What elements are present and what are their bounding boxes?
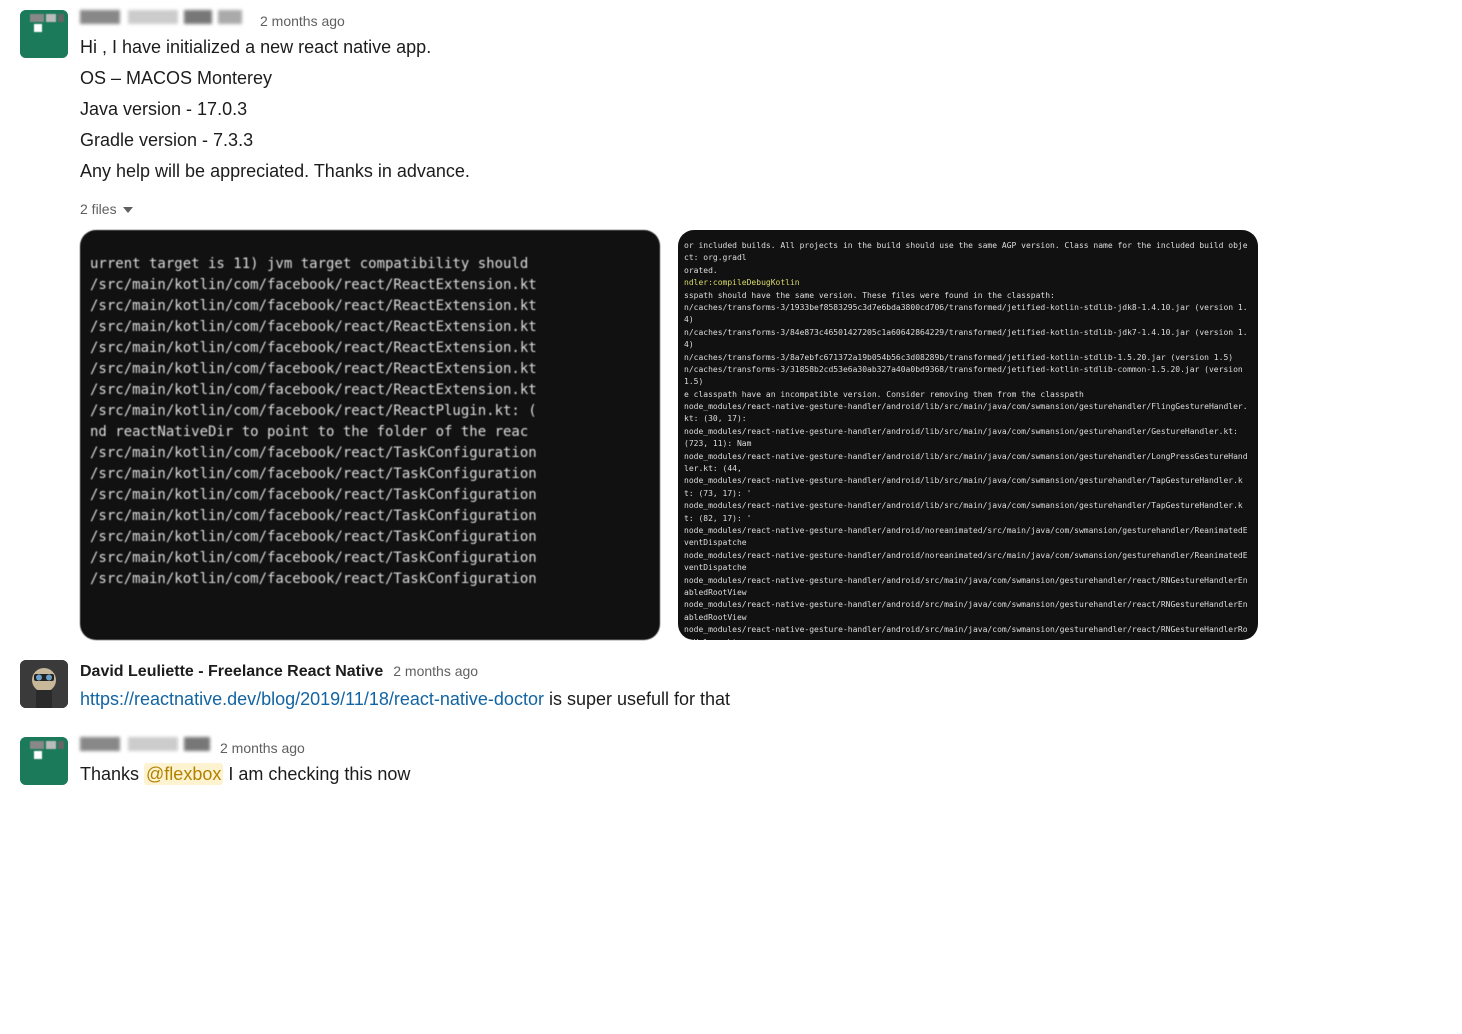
- message-header: 2 months ago: [80, 737, 1442, 759]
- attachments-row: urrent target is 11) jvm target compatib…: [80, 230, 1442, 640]
- message-timestamp[interactable]: 2 months ago: [393, 661, 478, 682]
- files-toggle[interactable]: 2 files: [80, 199, 133, 220]
- message-link[interactable]: https://reactnative.dev/blog/2019/11/18/…: [80, 689, 544, 709]
- message: 2 months ago Hi , I have initialized a n…: [20, 10, 1442, 640]
- avatar[interactable]: [20, 737, 68, 785]
- author-name-redacted[interactable]: [80, 737, 210, 753]
- message-body: 2 months ago Thanks @flexbox I am checki…: [80, 737, 1442, 792]
- attachment-image[interactable]: or included builds. All projects in the …: [678, 230, 1258, 640]
- message-text: Hi , I have initialized a new react nati…: [80, 34, 1442, 185]
- message-header: David Leuliette - Freelance React Native…: [80, 660, 1442, 684]
- message-line: Thanks: [80, 764, 144, 784]
- message-header: 2 months ago: [80, 10, 1442, 32]
- message: David Leuliette - Freelance React Native…: [20, 660, 1442, 717]
- author-name[interactable]: David Leuliette - Freelance React Native: [80, 660, 383, 684]
- message-body: David Leuliette - Freelance React Native…: [80, 660, 1442, 717]
- message-timestamp[interactable]: 2 months ago: [220, 738, 305, 759]
- avatar[interactable]: [20, 660, 68, 708]
- author-name-redacted[interactable]: [80, 10, 250, 26]
- attachment-image[interactable]: urrent target is 11) jvm target compatib…: [80, 230, 660, 640]
- caret-down-icon: [123, 207, 133, 213]
- user-mention[interactable]: @flexbox: [144, 763, 223, 785]
- message: 2 months ago Thanks @flexbox I am checki…: [20, 737, 1442, 792]
- message-line: Java version - 17.0.3: [80, 96, 1442, 123]
- message-timestamp[interactable]: 2 months ago: [260, 11, 345, 32]
- message-text: Thanks @flexbox I am checking this now: [80, 761, 1442, 788]
- message-line: I am checking this now: [223, 764, 410, 784]
- message-line: Any help will be appreciated. Thanks in …: [80, 158, 1442, 185]
- message-line: is super usefull for that: [544, 689, 730, 709]
- message-line: Gradle version - 7.3.3: [80, 127, 1442, 154]
- avatar[interactable]: [20, 10, 68, 58]
- message-line: Hi , I have initialized a new react nati…: [80, 34, 1442, 61]
- message-text: https://reactnative.dev/blog/2019/11/18/…: [80, 686, 1442, 713]
- message-line: OS – MACOS Monterey: [80, 65, 1442, 92]
- message-body: 2 months ago Hi , I have initialized a n…: [80, 10, 1442, 640]
- files-label-text: 2 files: [80, 199, 117, 220]
